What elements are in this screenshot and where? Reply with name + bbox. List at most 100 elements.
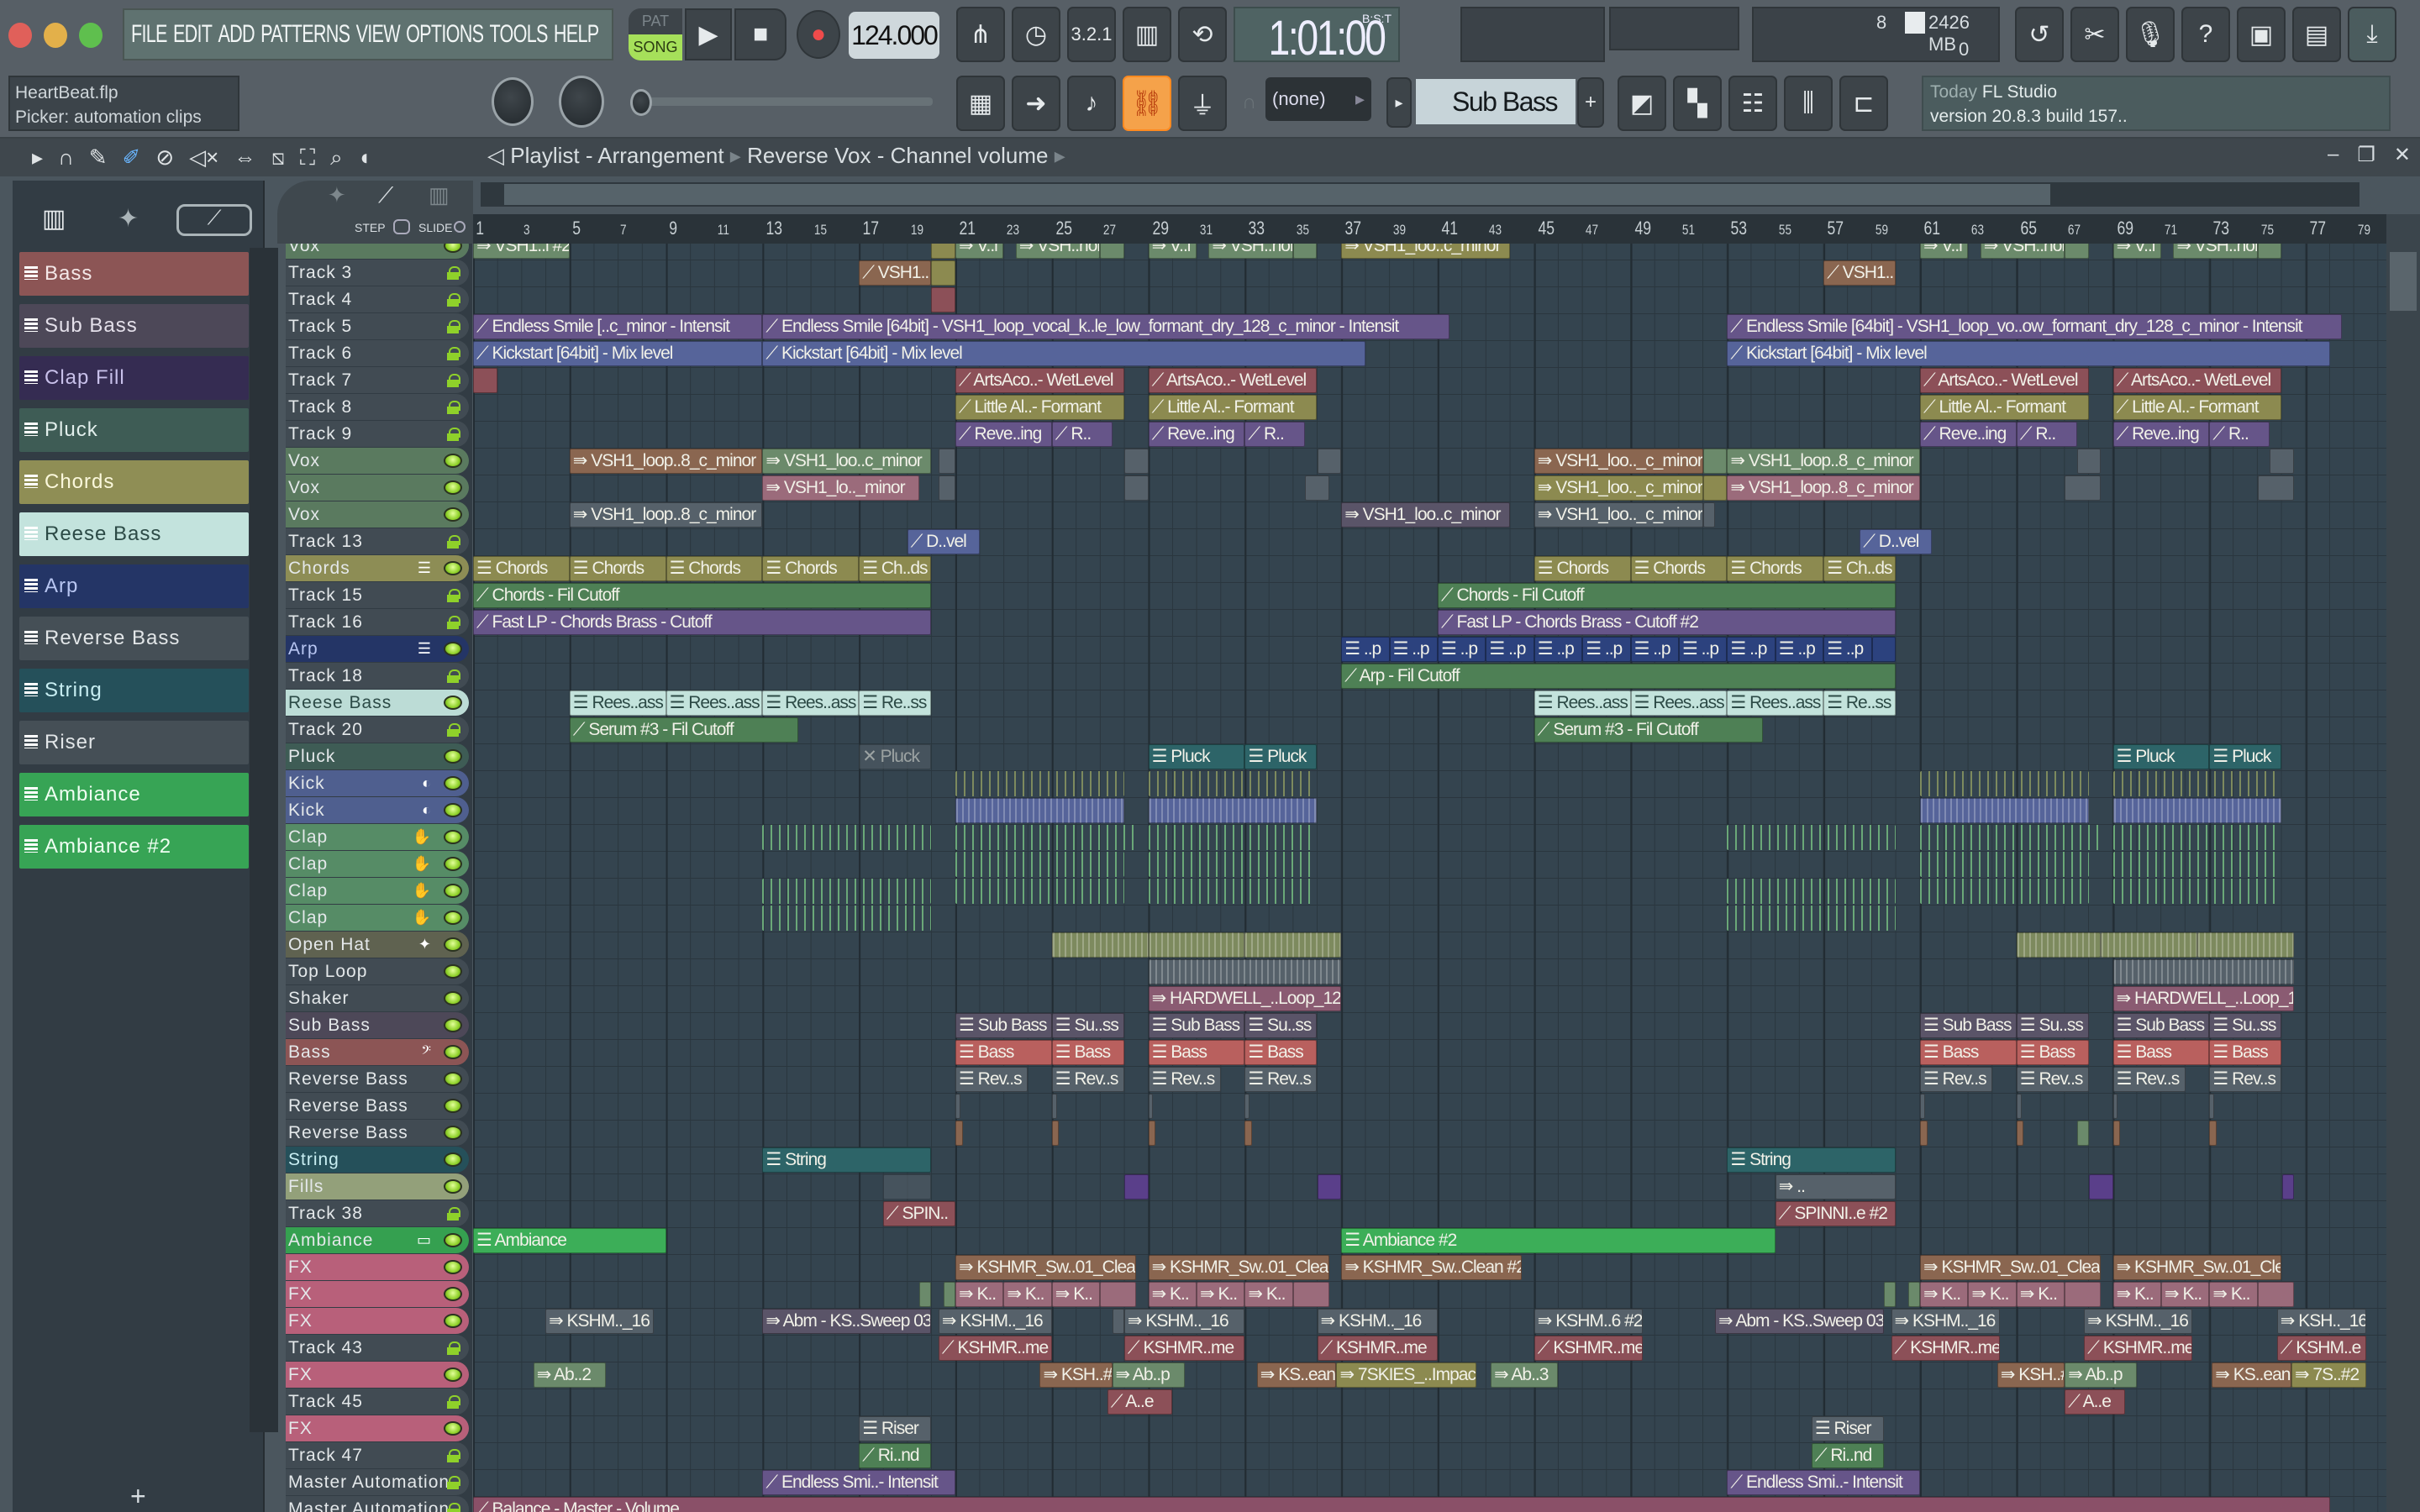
playlist-clip[interactable]: ☰ ..p [1582, 637, 1631, 662]
playlist-clip[interactable]: ⟋ Reve..ing [1920, 422, 2017, 447]
playlist-clip[interactable] [1148, 1094, 1154, 1119]
playlist-clip[interactable]: ☰ Pluck [1244, 744, 1318, 769]
playlist-clip[interactable] [955, 852, 1124, 877]
pat-mode[interactable]: PAT [629, 8, 682, 34]
playlist-clip[interactable]: ⇛ VSH1_lo.._minor [762, 475, 919, 501]
playlist-clip[interactable]: ⟋ KSHMR..me [1317, 1336, 1438, 1361]
playlist-clip[interactable] [955, 1121, 963, 1146]
playlist-clip[interactable] [2016, 932, 2102, 958]
track-header[interactable]: Vox [286, 244, 469, 259]
playlist-clip[interactable]: ⟋ R.. [1051, 422, 1113, 447]
track-header[interactable]: Track 38 [286, 1200, 469, 1226]
playlist-clip[interactable]: ⟋ ArtsAco..- WetLevel [2112, 368, 2282, 393]
playlist-clip[interactable]: ☰ Chords [1727, 556, 1824, 581]
playlist-clip[interactable] [1244, 932, 1342, 958]
track-header[interactable]: Track 20 [286, 717, 469, 743]
playlist-clip[interactable]: ☰ Rees..ass [1630, 690, 1728, 716]
playlist-clip[interactable] [2197, 932, 2294, 958]
playlist-clip[interactable]: ⇛ KS..ean [2212, 1362, 2291, 1388]
playlist-clip[interactable]: ☰ ..p [1823, 637, 1872, 662]
playlist-clip[interactable] [1317, 1174, 1342, 1200]
playlist-clip[interactable] [1244, 1121, 1252, 1146]
track-header[interactable]: Fills [286, 1173, 469, 1200]
playlist-clip[interactable]: ⟋ Kickstart [64bit] - Mix level [1727, 341, 2330, 366]
track-header[interactable]: Track 13 [286, 528, 469, 554]
menu-file[interactable]: FILE [131, 20, 167, 49]
playlist-clip[interactable]: ☰ Ch..ds [859, 556, 932, 581]
track-header[interactable]: Chords ☰ [286, 555, 469, 581]
playlist-clip[interactable] [2209, 1094, 2215, 1119]
playlist-clip[interactable] [1123, 1174, 1149, 1200]
playlist-clip[interactable]: ⇛ KSHMR_Sw..Clean #2 [1341, 1255, 1523, 1280]
playlist-clip[interactable]: ⟋ ArtsAco..- WetLevel [955, 368, 1124, 393]
playlist-clip[interactable]: ⇛ K.. [1968, 1282, 2017, 1307]
minimize-window-button[interactable] [44, 23, 67, 48]
playlist-clip[interactable]: ⇛ VSH..nor [1015, 244, 1101, 259]
playlist-clip[interactable] [2101, 932, 2198, 958]
picker-item[interactable]: Ambiance [19, 773, 249, 816]
playlist-clip[interactable] [1317, 449, 1342, 474]
vertical-scrollbar[interactable] [2386, 214, 2420, 1512]
stamp-button[interactable]: ⏚ [1178, 76, 1227, 131]
playlist-clip[interactable]: ⟋ Endless Smile [64bit] - VSH1_loop_voca… [762, 314, 1450, 339]
playlist-clip[interactable]: ⇛ KSH.._16 [2276, 1309, 2366, 1334]
playlist-clip[interactable] [1920, 798, 2089, 823]
playlist-clip[interactable]: ⇛ VSH1_loo..c_minor [762, 449, 932, 474]
track-header[interactable]: FX [286, 1281, 469, 1307]
track-enable-led[interactable] [444, 642, 462, 656]
slip-icon[interactable]: ⇔ [234, 144, 255, 171]
lock-icon[interactable] [447, 1503, 460, 1512]
track-header[interactable]: Vox [286, 448, 469, 474]
playlist-clip[interactable]: ☰ Chords [1534, 556, 1631, 581]
playlist-clip[interactable]: ☰ Sub Bass [1920, 1013, 2017, 1038]
playlist-clip[interactable]: ⟋ KSHM..e [2276, 1336, 2366, 1361]
track-enable-led[interactable] [444, 454, 462, 468]
playlist-clip[interactable] [955, 798, 1124, 823]
step-edit-button[interactable]: ▥ [1123, 7, 1171, 62]
playlist-clip[interactable] [1292, 244, 1318, 259]
playlist-clip[interactable]: ⇛ K.. [1003, 1282, 1052, 1307]
track-enable-led[interactable] [444, 1179, 462, 1194]
playlist-clip[interactable]: ⟋ D..vel [907, 529, 980, 554]
playlist-clip[interactable] [943, 1282, 955, 1307]
playlist-clip[interactable] [1100, 244, 1124, 259]
lock-icon[interactable] [447, 401, 460, 414]
playlist-clip[interactable]: ⇛ VSH1_loop..8_c_minor [569, 502, 763, 528]
playlist-clip[interactable]: ☰ Ch..ds [1823, 556, 1897, 581]
playlist-clip[interactable]: ☰ Chords [569, 556, 666, 581]
playlist-clip[interactable] [2112, 1094, 2118, 1119]
picker-item[interactable]: Arp [19, 564, 249, 608]
pattern-clip-icon[interactable]: ▥ [429, 182, 450, 208]
playlist-clip[interactable]: ⟋ KSHMR..me [1123, 1336, 1245, 1361]
playlist-clip[interactable] [1148, 959, 1342, 984]
playback-icon[interactable]: ◖ [358, 144, 371, 171]
playlist-clip[interactable] [1148, 932, 1245, 958]
playlist-clip[interactable]: ⟋ Endless Smile [..c_minor - Intensit [473, 314, 763, 339]
pat-song-toggle[interactable]: PAT SONG [629, 8, 682, 60]
playlist-clip[interactable] [2270, 449, 2294, 474]
picker-item[interactable]: String [19, 669, 249, 712]
undo-button[interactable]: ↺ [2015, 7, 2064, 62]
playlist-clip[interactable]: ☰ Re..ss [859, 690, 932, 716]
track-enable-led[interactable] [444, 776, 462, 790]
picker-item[interactable]: Chords [19, 460, 249, 504]
restore-icon[interactable]: ❐ [2357, 143, 2375, 167]
export-audio-button[interactable]: ▤ [2292, 7, 2341, 62]
track-header[interactable]: Clap ✋ [286, 824, 469, 850]
playlist-clip[interactable]: ⟋ SPIN.. [882, 1201, 955, 1226]
playlist-clip[interactable]: ⇛ KSHM.._16 [1317, 1309, 1438, 1334]
channel-prev-button[interactable]: ▸ [1386, 77, 1412, 128]
track-enable-led[interactable] [444, 991, 462, 1005]
playlist-clip[interactable]: ⇛ Abm - KS..Sweep 03 [762, 1309, 932, 1334]
playlist-clip[interactable] [1051, 932, 1149, 958]
lock-icon[interactable] [447, 589, 460, 602]
track-header[interactable]: Kick ◐ [286, 770, 469, 796]
track-header[interactable]: Reverse Bass [286, 1120, 469, 1146]
track-header[interactable]: Track 7 [286, 367, 469, 393]
playlist-clip[interactable]: ⟋ Reve..ing [1148, 422, 1245, 447]
playlist-clip[interactable] [2016, 1121, 2024, 1146]
track-header[interactable]: Reese Bass [286, 690, 469, 716]
playlist-clip[interactable] [2112, 798, 2282, 823]
playlist-clip[interactable]: ⇛ KSHMR_Sw..01_Clean [955, 1255, 1137, 1280]
playlist-clip[interactable]: ⇛ K.. [2209, 1282, 2258, 1307]
